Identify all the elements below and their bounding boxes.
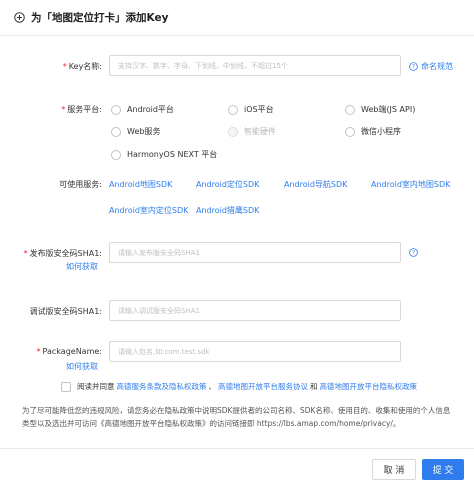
release-sha1-label: * 发布版安全码SHA1: (24, 248, 102, 259)
release-sha1-label-text: 发布版安全码SHA1: (29, 249, 102, 258)
radio-android[interactable]: Android平台 (111, 104, 174, 115)
radio-circle[interactable] (345, 104, 355, 115)
help-circle-icon[interactable]: ? (409, 248, 418, 257)
required-mark: * (62, 62, 67, 71)
agreement-checkbox[interactable] (61, 381, 71, 392)
radio-ios[interactable]: iOS平台 (228, 104, 274, 115)
sdk-android-indoor-map[interactable]: Android室内地图SDK (371, 179, 450, 190)
key-name-input[interactable] (109, 55, 401, 76)
radio-circle[interactable] (111, 149, 121, 160)
submit-button[interactable]: 提 交 (422, 459, 464, 480)
required-mark: * (36, 347, 41, 356)
amap-platform-service-agreement-link[interactable]: 高德地图开放平台服务协议 (218, 381, 308, 392)
sdk-android-eagle[interactable]: Android猎鹰SDK (196, 205, 259, 216)
radio-web-service[interactable]: Web服务 (111, 126, 160, 137)
radio-label: Web端(JS API) (361, 105, 416, 114)
available-services-label: 可使用服务: (59, 180, 102, 189)
package-name-label: * PackageName: (37, 347, 102, 356)
radio-circle[interactable] (111, 126, 121, 137)
sdk-android-indoor-location[interactable]: Android室内定位SDK (109, 205, 188, 216)
package-name-label-text: PackageName: (42, 347, 102, 356)
debug-sha1-label: 调试版安全码SHA1: (29, 307, 102, 316)
cancel-button[interactable]: 取 消 (372, 459, 416, 480)
amap-platform-privacy-policy-link[interactable]: 高德地图开放平台隐私权政策 (320, 381, 418, 392)
naming-rules-link[interactable]: 命名规范 (421, 61, 453, 72)
add-key-dialog: 为「地图定位打卡」添加Key *Key名称: ? 命名规范 *服务平台: And… (0, 0, 474, 486)
radio-label: 微信小程序 (361, 127, 401, 136)
help-circle-icon[interactable]: ? (409, 62, 418, 71)
radio-web-js-api[interactable]: Web端(JS API) (345, 104, 415, 115)
required-mark: * (23, 249, 28, 258)
sdk-android-map[interactable]: Android地图SDK (109, 179, 172, 190)
key-name-label-text: Key名称: (68, 62, 102, 71)
svg-text:?: ? (412, 251, 415, 257)
service-platform-label-text: 服务平台: (67, 105, 102, 114)
radio-label: 智能硬件 (244, 127, 276, 136)
service-platform-label: * 服务平台: (61, 104, 102, 115)
radio-label: iOS平台 (244, 105, 274, 114)
required-mark: * (61, 105, 66, 114)
radio-circle[interactable] (111, 104, 121, 115)
package-name-input[interactable] (109, 341, 401, 362)
key-name-label: * Key名称: (63, 61, 102, 72)
release-sha1-input[interactable] (109, 242, 401, 263)
amap-terms-privacy-link[interactable]: 高德服务条款及隐私权政策 (117, 381, 207, 392)
radio-circle[interactable] (345, 126, 355, 137)
add-circle-icon (14, 12, 25, 23)
radio-label: HarmonyOS NEXT 平台 (127, 150, 218, 159)
dialog-footer: 取 消 提 交 (0, 448, 474, 486)
radio-label: Android平台 (127, 105, 174, 114)
dialog-title: 为「地图定位打卡」添加Key (31, 12, 169, 24)
release-sha1-how-to-get-link[interactable]: 如何获取 (66, 261, 98, 272)
radio-label: Web服务 (127, 127, 161, 136)
radio-harmonyos-next[interactable]: HarmonyOS NEXT 平台 (111, 149, 217, 160)
radio-wechat-mini-program[interactable]: 微信小程序 (345, 126, 401, 137)
agreement-separator: 、 (208, 382, 217, 391)
radio-smart-hardware: 智能硬件 (228, 126, 276, 137)
privacy-notice: 为了尽可能降低您的违规风险，请您务必在隐私政策中说明SDK提供者的公司名称、SD… (22, 406, 451, 428)
sdk-android-location[interactable]: Android定位SDK (196, 179, 259, 190)
agreement-prefix: 阅读并同意 (77, 382, 115, 391)
agreement-separator: 和 (310, 382, 318, 391)
dialog-header: 为「地图定位打卡」添加Key (0, 0, 474, 36)
agreement-row: 阅读并同意 高德服务条款及隐私权政策 、 高德地图开放平台服务协议 和 高德地图… (61, 381, 417, 392)
debug-sha1-input[interactable] (109, 300, 401, 321)
svg-text:?: ? (412, 65, 415, 71)
radio-circle[interactable] (228, 104, 238, 115)
radio-circle (228, 126, 238, 137)
sdk-android-navigation[interactable]: Android导航SDK (284, 179, 347, 190)
package-name-how-to-get-link[interactable]: 如何获取 (66, 361, 98, 372)
